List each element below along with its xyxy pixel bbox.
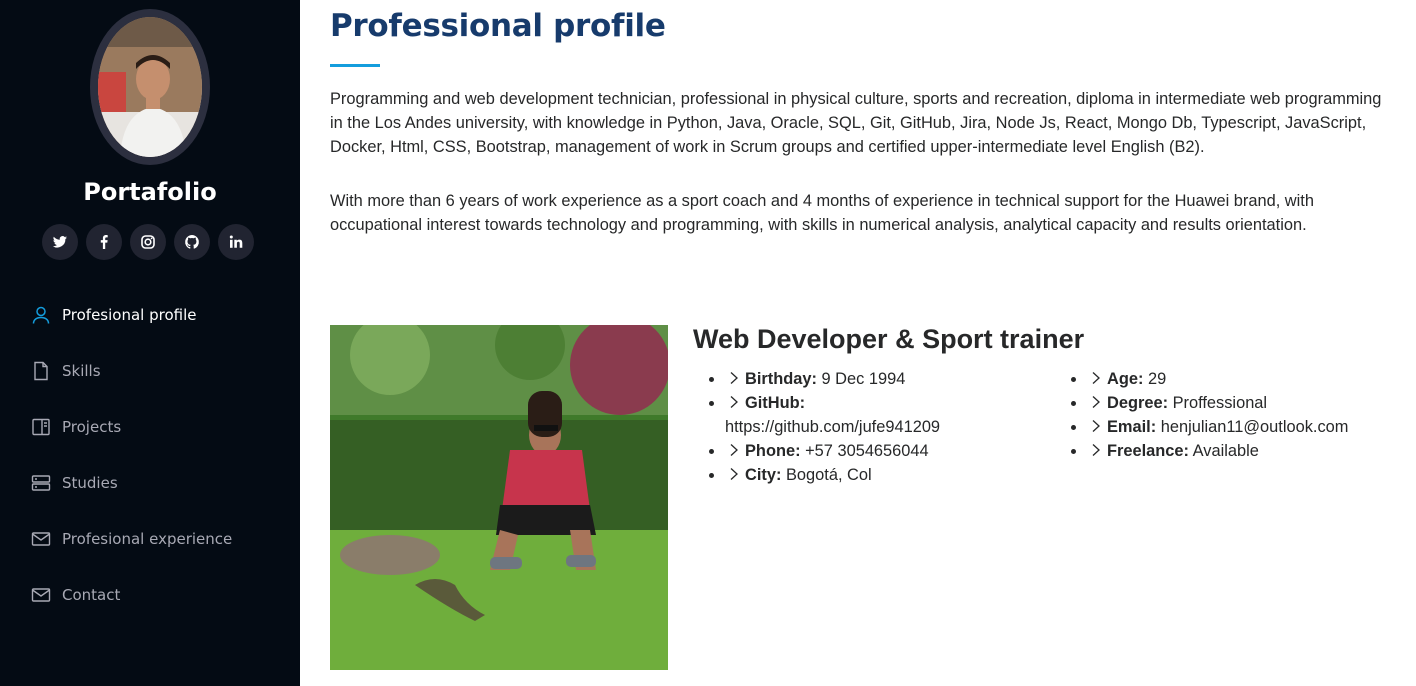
linkedin-link[interactable] <box>218 224 254 260</box>
role-title: Web Developer & Sport trainer <box>693 324 1085 354</box>
nav-item-studies[interactable]: Studies <box>30 455 290 511</box>
instagram-icon <box>140 234 156 250</box>
twitter-icon <box>52 234 68 250</box>
envelope-icon <box>30 528 52 550</box>
info-label: Email: <box>1107 418 1157 436</box>
profile-paragraph-1: Programming and web development technici… <box>330 90 1382 156</box>
nav-item-label: Contact <box>62 586 121 604</box>
nav-item-projects[interactable]: Projects <box>30 399 290 455</box>
facebook-link[interactable] <box>86 224 122 260</box>
info-item-degree: Degree: Proffessional <box>1087 391 1407 415</box>
info-label: GitHub: <box>745 394 806 412</box>
info-label: Degree: <box>1107 394 1169 412</box>
info-item-phone: Phone: +57 3054656044 <box>725 439 1025 463</box>
facebook-icon <box>96 234 112 250</box>
info-item-birthday: Birthday: 9 Dec 1994 <box>725 367 1025 391</box>
profile-paragraph-2: With more than 6 years of work experienc… <box>330 192 1314 234</box>
sidebar: Portafolio Profesional profile Skills Pr… <box>0 0 300 686</box>
file-icon <box>30 360 52 382</box>
nav-item-contact[interactable]: Contact <box>30 567 290 623</box>
info-label: Birthday: <box>745 370 817 388</box>
nav-item-skills[interactable]: Skills <box>30 343 290 399</box>
nav-item-label: Studies <box>62 474 118 492</box>
info-label: Phone: <box>745 442 801 460</box>
info-value: Available <box>1192 442 1259 460</box>
nav-item-label: Projects <box>62 418 122 436</box>
chevron-right-icon <box>727 467 741 481</box>
chevron-right-icon <box>1089 443 1103 457</box>
chevron-right-icon <box>727 443 741 457</box>
chevron-right-icon <box>727 371 741 385</box>
server-icon <box>30 472 52 494</box>
chevron-right-icon <box>1089 371 1103 385</box>
linkedin-icon <box>228 234 244 250</box>
site-title: Portafolio <box>83 178 217 206</box>
info-label: Freelance: <box>1107 442 1189 460</box>
title-underline <box>330 64 380 67</box>
nav-item-profesional-experience[interactable]: Profesional experience <box>30 511 290 567</box>
info-value: 9 Dec 1994 <box>821 370 906 388</box>
chevron-right-icon <box>1089 419 1103 433</box>
info-list-right: Age: 29 Degree: Proffessional Email: hen… <box>1087 367 1407 463</box>
section-title: Professional profile <box>330 8 666 44</box>
twitter-link[interactable] <box>42 224 78 260</box>
profile-photo <box>330 325 668 670</box>
envelope-icon <box>30 584 52 606</box>
info-label: City: <box>745 466 782 484</box>
info-value: 29 <box>1148 370 1167 388</box>
layout-icon <box>30 416 52 438</box>
avatar <box>90 9 210 165</box>
person-icon <box>30 304 52 326</box>
main-content: Professional profile Programming and web… <box>330 0 1390 686</box>
nav-menu: Profesional profile Skills Projects Stud… <box>30 287 290 623</box>
chevron-right-icon <box>1089 395 1103 409</box>
nav-item-label: Skills <box>62 362 101 380</box>
avatar-photo <box>98 17 202 157</box>
info-item-github: GitHub: https://github.com/jufe941209 <box>725 391 1025 439</box>
github-link[interactable] <box>174 224 210 260</box>
nav-item-label: Profesional profile <box>62 306 197 324</box>
github-icon <box>184 234 200 250</box>
info-label: Age: <box>1107 370 1144 388</box>
email-link-text[interactable]: henjulian11@outlook.com <box>1161 418 1349 436</box>
instagram-link[interactable] <box>130 224 166 260</box>
info-item-email: Email: henjulian11@outlook.com <box>1087 415 1407 439</box>
info-item-freelance: Freelance: Available <box>1087 439 1407 463</box>
nav-item-label: Profesional experience <box>62 530 233 548</box>
info-value: Proffessional <box>1172 394 1268 412</box>
info-value: +57 3054656044 <box>805 442 929 460</box>
chevron-right-icon <box>727 395 741 409</box>
social-links <box>42 224 254 260</box>
github-link-text[interactable]: https://github.com/jufe941209 <box>725 418 940 436</box>
info-list-left: Birthday: 9 Dec 1994 GitHub: https://gith… <box>725 367 1025 487</box>
info-item-age: Age: 29 <box>1087 367 1407 391</box>
info-item-city: City: Bogotá, Col <box>725 463 1025 487</box>
info-value: Bogotá, Col <box>786 466 872 484</box>
nav-item-profesional-profile[interactable]: Profesional profile <box>30 287 290 343</box>
